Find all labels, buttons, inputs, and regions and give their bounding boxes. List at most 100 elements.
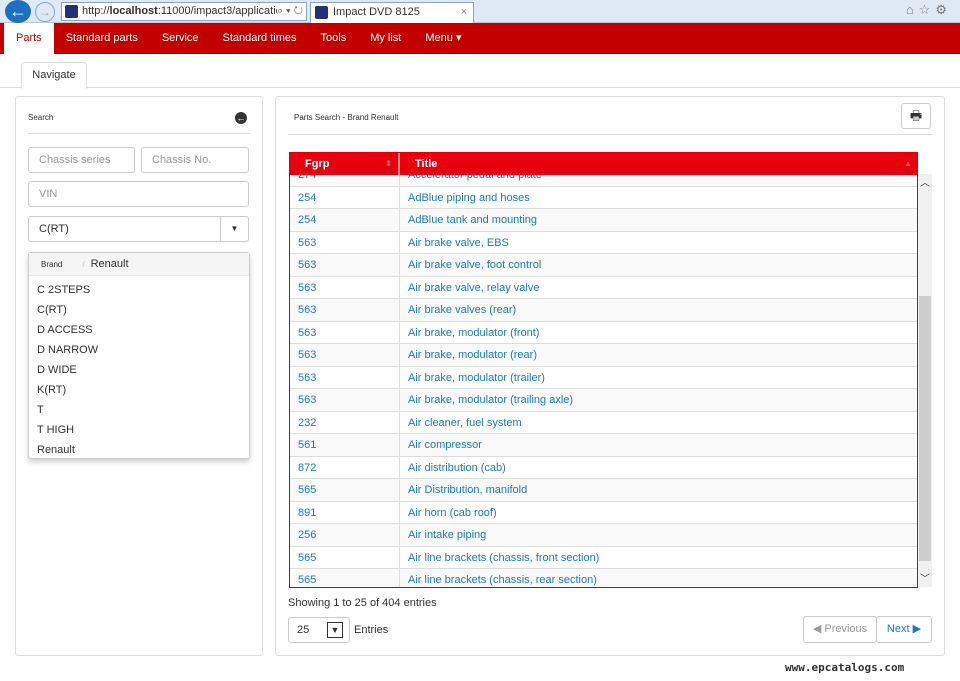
table-row[interactable]: 891 Air horn (cab roof) [290,501,917,524]
dropdown-option[interactable]: D WIDE [29,360,249,380]
dropdown-option[interactable]: Renault [29,440,249,460]
table-row[interactable]: 563 Air brake valve, EBS [290,231,917,254]
search-refresh-icons[interactable]: ⌕ ▾ ↻ [276,3,303,20]
col-title-label: Title [415,158,438,170]
title-cell[interactable]: AdBlue piping and hoses [400,187,917,209]
nav-my-list[interactable]: My list [358,23,413,54]
caret-down-icon[interactable]: ▼ [220,217,248,241]
fgrp-cell[interactable]: 256 [290,524,400,546]
scroll-up-icon[interactable]: ︿ [918,174,932,189]
title-cell[interactable]: Air compressor [400,434,917,456]
table-row[interactable]: 254 AdBlue piping and hoses [290,186,917,209]
nav-tools[interactable]: Tools [309,23,359,54]
forward-button[interactable]: → [35,2,55,22]
title-cell[interactable]: Air brake, modulator (front) [400,322,917,344]
table-row[interactable]: 563 Air brake valve, foot control [290,254,917,277]
home-star-gear-icons[interactable]: ⌂☆⚙ [906,2,952,18]
dropdown-option[interactable]: T HIGH [29,420,249,440]
chassis-series-input[interactable]: Chassis series [28,147,135,173]
title-cell[interactable]: Air Distribution, manifold [400,479,917,501]
title-cell[interactable]: Air brake valve, EBS [400,232,917,254]
nav-parts[interactable]: Parts [4,23,54,54]
fgrp-cell[interactable]: 563 [290,389,400,411]
fgrp-cell[interactable]: 891 [290,501,400,523]
fgrp-cell[interactable]: 565 [290,479,400,501]
table-row[interactable]: 274 Accelerator pedal and plate [290,175,917,187]
page-size-select[interactable]: 25 ▼ [288,617,350,643]
dropdown-option[interactable]: C(RT) [29,300,249,320]
nav-menu[interactable]: Menu ▾ [413,23,473,54]
table-row[interactable]: 565 Air Distribution, manifold [290,479,917,502]
back-button[interactable]: ← [5,0,31,23]
previous-button[interactable]: ◀ Previous [803,616,877,643]
title-cell[interactable]: Accelerator pedal and plate [400,175,917,186]
scroll-down-icon[interactable]: ﹀ [918,570,932,585]
table-scrollbar[interactable]: ︿ ﹀ [918,174,932,587]
title-cell[interactable]: Air horn (cab roof) [400,502,917,524]
fgrp-cell[interactable]: 563 [290,321,400,343]
fgrp-cell[interactable]: 565 [290,569,400,587]
browser-toolbar: ← → http://localhost:11000/impact3/appli… [0,0,960,23]
fgrp-cell[interactable]: 872 [290,456,400,478]
chassis-no-input[interactable]: Chassis No. [141,147,249,173]
dropdown-option[interactable]: C 2STEPS [29,280,249,300]
crumb-brand[interactable]: Brand [41,260,62,269]
print-button[interactable]: 🖶 [901,103,931,129]
fgrp-cell[interactable]: 254 [290,209,400,231]
table-row[interactable]: 561 Air compressor [290,434,917,457]
table-row[interactable]: 563 Air brake, modulator (rear) [290,344,917,367]
title-cell[interactable]: Air brake, modulator (trailing axle) [400,389,917,411]
table-row[interactable]: 563 Air brake, modulator (trailing axle) [290,389,917,412]
address-bar[interactable]: http://localhost:11000/impact3/applicati… [61,2,307,21]
table-row[interactable]: 565 Air line brackets (chassis, front sec… [290,546,917,569]
dropdown-option[interactable]: K(RT) [29,380,249,400]
nav-service[interactable]: Service [150,23,211,54]
tab-navigate[interactable]: Navigate [21,62,87,89]
fgrp-cell[interactable]: 232 [290,411,400,433]
fgrp-cell[interactable]: 563 [290,344,400,366]
fgrp-cell[interactable]: 563 [290,231,400,253]
fgrp-cell[interactable]: 563 [290,276,400,298]
title-cell[interactable]: AdBlue tank and mounting [400,209,917,231]
col-fgrp[interactable]: Fgrp ⬍ [290,153,400,175]
title-cell[interactable]: Air brake, modulator (trailer) [400,367,917,389]
table-row[interactable]: 232 Air cleaner, fuel system [290,411,917,434]
fgrp-cell[interactable]: 563 [290,254,400,276]
title-cell[interactable]: Air cleaner, fuel system [400,412,917,434]
dropdown-option[interactable]: D ACCESS [29,320,249,340]
browser-tab[interactable]: Impact DVD 8125 × [310,2,474,23]
vin-input[interactable]: VIN [28,181,249,207]
fgrp-cell[interactable]: 563 [290,299,400,321]
title-cell[interactable]: Air brake valve, relay valve [400,277,917,299]
col-title[interactable]: Title ▲ [400,153,917,175]
title-cell[interactable]: Air brake valves (rear) [400,299,917,321]
fgrp-cell[interactable]: 274 [290,175,400,186]
back-circle-icon[interactable]: ← [235,112,247,124]
title-cell[interactable]: Air line brackets (chassis, rear section… [400,569,917,587]
dropdown-option[interactable]: D NARROW [29,340,249,360]
title-cell[interactable]: Air brake, modulator (rear) [400,344,917,366]
table-row[interactable]: 563 Air brake valve, relay valve [290,276,917,299]
table-row[interactable]: 254 AdBlue tank and mounting [290,209,917,232]
fgrp-cell[interactable]: 561 [290,434,400,456]
table-row[interactable]: 565 Air line brackets (chassis, rear sect… [290,569,917,587]
fgrp-cell[interactable]: 563 [290,366,400,388]
table-row[interactable]: 872 Air distribution (cab) [290,456,917,479]
next-button[interactable]: Next ▶ [876,616,932,643]
fgrp-cell[interactable]: 565 [290,546,400,568]
table-row[interactable]: 563 Air brake, modulator (front) [290,321,917,344]
table-row[interactable]: 256 Air intake piping [290,524,917,547]
table-row[interactable]: 563 Air brake valves (rear) [290,299,917,322]
table-row[interactable]: 563 Air brake, modulator (trailer) [290,366,917,389]
title-cell[interactable]: Air brake valve, foot control [400,254,917,276]
nav-standard-times[interactable]: Standard times [211,23,309,54]
title-cell[interactable]: Air intake piping [400,524,917,546]
fgrp-cell[interactable]: 254 [290,186,400,208]
title-cell[interactable]: Air distribution (cab) [400,457,917,479]
nav-standard-parts[interactable]: Standard parts [54,23,150,54]
close-tab-icon[interactable]: × [461,3,467,22]
scroll-thumb[interactable] [919,296,931,561]
model-select[interactable]: C(RT) ▼ [28,216,249,242]
dropdown-option[interactable]: T [29,400,249,420]
title-cell[interactable]: Air line brackets (chassis, front sectio… [400,547,917,569]
